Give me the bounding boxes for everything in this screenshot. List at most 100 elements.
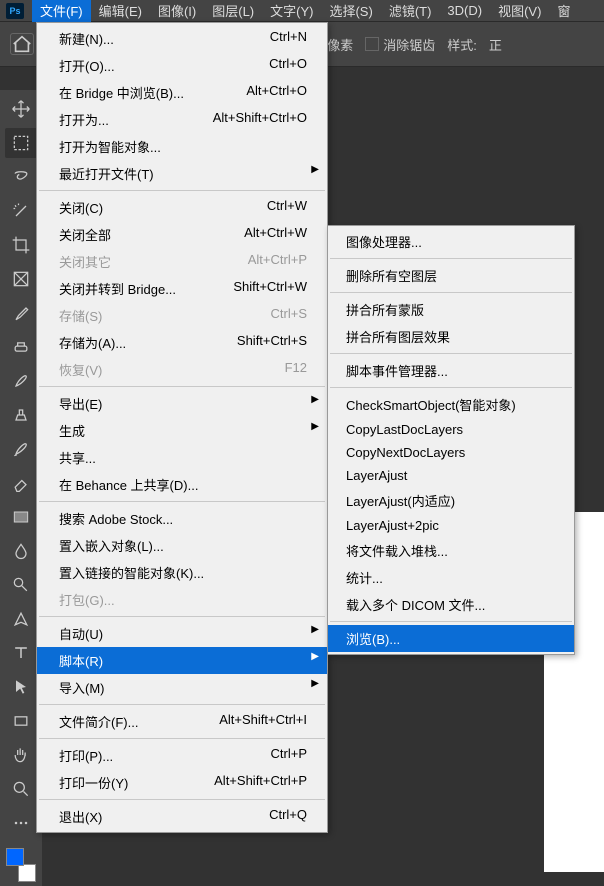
menu-layer[interactable]: 图层(L) [204,0,262,22]
foreground-swatch[interactable] [6,848,24,866]
pen-tool[interactable] [5,604,37,634]
menu-item-label: 退出(X) [59,807,102,826]
file-menu-item[interactable]: 最近打开文件(T) [37,160,327,187]
brush-tool[interactable] [5,366,37,396]
scripts-menu-item[interactable]: 图像处理器... [328,228,574,255]
menu-item-label: 置入嵌入对象(L)... [59,536,164,555]
lasso-tool[interactable] [5,162,37,192]
file-menu-item[interactable]: 打印(P)...Ctrl+P [37,742,327,769]
file-menu-item[interactable]: 导入(M) [37,674,327,701]
home-button[interactable] [10,33,34,55]
menu-item-shortcut: Ctrl+P [271,746,307,765]
scripts-menu-item[interactable]: CheckSmartObject(智能对象) [328,391,574,418]
path-selection-tool[interactable] [5,672,37,702]
marquee-tool[interactable] [5,128,37,158]
file-menu-item[interactable]: 打印一份(Y)Alt+Shift+Ctrl+P [37,769,327,796]
file-menu-item[interactable]: 置入链接的智能对象(K)... [37,559,327,586]
menu-type[interactable]: 文字(Y) [262,0,321,22]
file-menu-item[interactable]: 关闭(C)Ctrl+W [37,194,327,221]
menu-item-label: 导出(E) [59,394,102,413]
menu-item-shortcut: F12 [285,360,307,379]
menu-item-shortcut: Ctrl+N [270,29,307,48]
scripts-menu-item[interactable]: 删除所有空图层 [328,262,574,289]
menu-separator [39,704,325,705]
file-menu-item[interactable]: 生成 [37,417,327,444]
history-brush-tool[interactable] [5,434,37,464]
style-label: 样式: [447,35,477,54]
menu-separator [39,386,325,387]
file-menu-item[interactable]: 在 Behance 上共享(D)... [37,471,327,498]
file-menu-item[interactable]: 脚本(R) [37,647,327,674]
file-menu-item[interactable]: 导出(E) [37,390,327,417]
scripts-menu-item[interactable]: LayerAjust+2pic [328,514,574,537]
menu-select[interactable]: 选择(S) [321,0,380,22]
blur-tool[interactable] [5,536,37,566]
scripts-menu-item[interactable]: CopyLastDocLayers [328,418,574,441]
hand-tool[interactable] [5,740,37,770]
menu-item-label: 共享... [59,448,96,467]
color-swatches[interactable] [6,848,36,882]
anti-alias-checkbox[interactable] [365,37,379,51]
file-menu-item[interactable]: 关闭并转到 Bridge...Shift+Ctrl+W [37,275,327,302]
menu-image[interactable]: 图像(I) [150,0,204,22]
crop-tool[interactable] [5,230,37,260]
file-menu-item[interactable]: 存储为(A)...Shift+Ctrl+S [37,329,327,356]
menu-item-label: 最近打开文件(T) [59,164,154,183]
menu-item-shortcut: Alt+Shift+Ctrl+P [214,773,307,792]
scripts-menu-item[interactable]: LayerAjust [328,464,574,487]
menu-item-label: 打包(G)... [59,590,115,609]
scripts-menu-item[interactable]: 脚本事件管理器... [328,357,574,384]
scripts-menu-item[interactable]: 拼合所有蒙版 [328,296,574,323]
menu-filter[interactable]: 滤镜(T) [381,0,440,22]
scripts-menu-item[interactable]: 浏览(B)... [328,625,574,652]
file-menu-item[interactable]: 打开为... Alt+Shift+Ctrl+O [37,106,327,133]
background-swatch[interactable] [18,864,36,882]
file-menu-item[interactable]: 置入嵌入对象(L)... [37,532,327,559]
scripts-menu-item[interactable]: 载入多个 DICOM 文件... [328,591,574,618]
eyedropper-tool[interactable] [5,298,37,328]
file-menu-item[interactable]: 打开为智能对象... [37,133,327,160]
menu-item-label: 打开为... [59,110,109,129]
menu-item-label: 关闭(C) [59,198,103,217]
file-menu-item[interactable]: 打开(O)...Ctrl+O [37,52,327,79]
type-tool[interactable] [5,638,37,668]
eraser-tool[interactable] [5,468,37,498]
scripts-menu-item[interactable]: 统计... [328,564,574,591]
healing-brush-tool[interactable] [5,332,37,362]
file-menu-item[interactable]: 搜索 Adobe Stock... [37,505,327,532]
file-menu-item[interactable]: 新建(N)...Ctrl+N [37,25,327,52]
menu-separator [39,616,325,617]
gradient-tool[interactable] [5,502,37,532]
menu-separator [39,501,325,502]
menu-edit[interactable]: 编辑(E) [91,0,150,22]
menu-item-label: 关闭并转到 Bridge... [59,279,176,298]
menu-item-label: 生成 [59,421,85,440]
frame-tool[interactable] [5,264,37,294]
scripts-menu-item[interactable]: 将文件载入堆栈... [328,537,574,564]
menu-view[interactable]: 视图(V) [490,0,549,22]
move-tool[interactable] [5,94,37,124]
menu-item-shortcut: Alt+Shift+Ctrl+O [213,110,307,129]
scripts-menu-item[interactable]: LayerAjust(内适应) [328,487,574,514]
menu-separator [330,621,572,622]
rectangle-tool[interactable] [5,706,37,736]
file-menu-item: 打包(G)... [37,586,327,613]
file-menu-item[interactable]: 文件简介(F)...Alt+Shift+Ctrl+I [37,708,327,735]
file-menu-item[interactable]: 自动(U) [37,620,327,647]
menu-3d[interactable]: 3D(D) [439,1,490,20]
magic-wand-tool[interactable] [5,196,37,226]
zoom-tool[interactable] [5,774,37,804]
ellipsis-icon[interactable] [5,808,37,838]
menu-window[interactable]: 窗 [549,0,578,22]
file-menu-item[interactable]: 退出(X)Ctrl+Q [37,803,327,830]
clone-stamp-tool[interactable] [5,400,37,430]
file-menu-item[interactable]: 共享... [37,444,327,471]
dodge-tool[interactable] [5,570,37,600]
scripts-menu-item[interactable]: CopyNextDocLayers [328,441,574,464]
menu-file[interactable]: 文件(F) [32,0,91,22]
file-menu-item[interactable]: 关闭全部Alt+Ctrl+W [37,221,327,248]
file-menu-item[interactable]: 在 Bridge 中浏览(B)...Alt+Ctrl+O [37,79,327,106]
menu-item-label: 脚本(R) [59,651,103,670]
scripts-menu-item[interactable]: 拼合所有图层效果 [328,323,574,350]
menu-item-label: 搜索 Adobe Stock... [59,509,173,528]
